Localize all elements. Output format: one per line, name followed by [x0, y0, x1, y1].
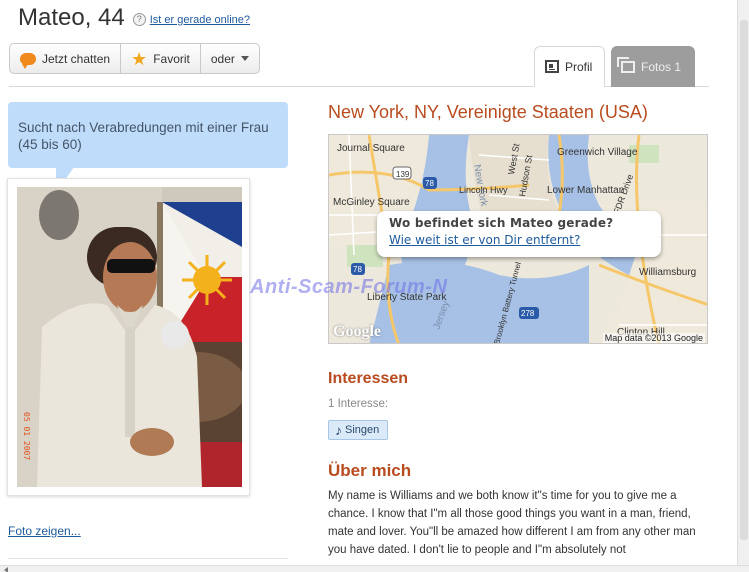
chat-button-label: Jetzt chatten	[42, 51, 111, 66]
map-popup-title: Wo befindet sich Mateo gerade?	[389, 216, 614, 230]
map-shield-78a: 78	[425, 179, 434, 188]
interest-tag-label: Singen	[345, 424, 380, 436]
scroll-left-arrow-icon[interactable]	[4, 567, 8, 572]
profile-page: Mateo, 44 ? Ist er gerade online? Jetzt …	[0, 0, 749, 572]
map-shield-139: 139	[396, 170, 410, 179]
photo-date-stamp: 05 01 2007	[22, 412, 31, 461]
favorite-button-label: Favorit	[153, 51, 190, 66]
map-label-williamsburg: Williamsburg	[639, 267, 696, 278]
online-status-link[interactable]: Ist er gerade online?	[150, 14, 250, 26]
location-map[interactable]: Journal Square Greenwich Village Lower M…	[328, 134, 708, 344]
map-info-popup: Wo befindet sich Mateo gerade? Wie weit …	[377, 211, 661, 257]
tab-profil-label: Profil	[565, 59, 593, 74]
map-copyright: Map data ©2013 Google	[602, 333, 705, 343]
action-bar: Jetzt chatten ★ Favorit oder	[9, 43, 260, 74]
favorite-button[interactable]: ★ Favorit	[121, 44, 201, 73]
distance-link[interactable]: Wie weit ist er von Dir entfernt?	[389, 233, 649, 247]
header: Mateo, 44 ? Ist er gerade online?	[18, 4, 250, 32]
profile-photo[interactable]: 05 01 2007	[17, 187, 242, 487]
profile-photo-frame[interactable]: 05 01 2007	[7, 178, 250, 496]
tab-fotos-label: Fotos 1	[641, 59, 682, 74]
help-icon[interactable]: ?	[132, 13, 146, 26]
interest-tag-singen[interactable]: ♪ Singen	[328, 420, 389, 440]
watermark: Anti-Scam-Forum-N	[250, 276, 448, 298]
tab-profil[interactable]: Profil	[534, 46, 605, 87]
page-title: Mateo, 44	[18, 4, 125, 31]
chat-bubble-icon	[20, 52, 36, 69]
about-heading: Über mich	[328, 461, 412, 480]
tab-fotos[interactable]: Fotos 1	[611, 46, 695, 87]
chat-button[interactable]: Jetzt chatten	[10, 44, 122, 73]
interest-count: 1 Interesse:	[328, 398, 389, 410]
more-dropdown[interactable]: oder	[201, 44, 259, 73]
left-divider	[8, 558, 288, 559]
map-shield-78b: 78	[353, 265, 362, 274]
more-dropdown-label: oder	[210, 51, 235, 66]
location-title: New York, NY, Vereinigte Staaten (USA)	[328, 102, 648, 122]
horizontal-scrollbar[interactable]	[0, 565, 749, 572]
interests-heading: Interessen	[328, 370, 409, 387]
google-logo: Google	[333, 323, 381, 340]
vertical-scrollbar[interactable]	[737, 0, 749, 566]
profile-card-icon	[545, 60, 559, 73]
online-status[interactable]: ? Ist er gerade online?	[132, 13, 250, 26]
profile-photo-image	[17, 187, 242, 487]
map-label-greenwich-village: Greenwich Village	[557, 147, 638, 158]
show-photo-link[interactable]: Foto zeigen...	[8, 524, 81, 538]
chevron-down-icon	[240, 56, 249, 61]
star-icon: ★	[131, 48, 148, 69]
map-label-journal-square: Journal Square	[337, 143, 405, 154]
map-label-mcginley-square: McGinley Square	[333, 197, 410, 208]
map-shield-278: 278	[521, 309, 535, 318]
vertical-scrollbar-thumb[interactable]	[740, 20, 748, 540]
music-note-icon: ♪	[335, 422, 342, 438]
map-label-lower-manhattan: Lower Manhattan	[547, 185, 624, 196]
about-text: My name is Williams and we both know it"…	[328, 490, 696, 556]
search-preference-bubble: Sucht nach Verabredungen mit einer Frau …	[8, 102, 288, 168]
photos-icon	[617, 56, 635, 73]
